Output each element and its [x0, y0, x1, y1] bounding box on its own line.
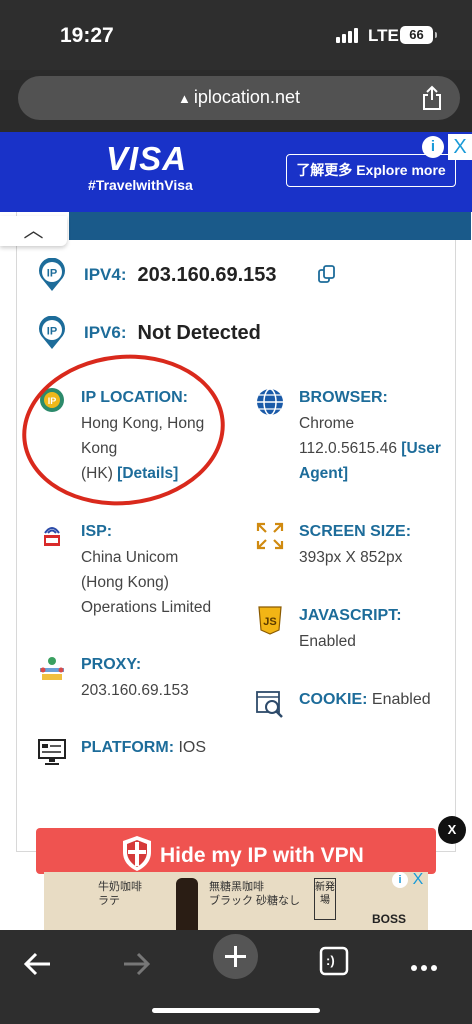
- ad-info-icon[interactable]: i: [422, 136, 444, 158]
- browser-item: BROWSER: Chrome 112.0.5615.46 [User Agen…: [257, 385, 459, 486]
- proxy-label: PROXY:: [81, 656, 142, 673]
- platform-item: PLATFORM: IOS: [38, 735, 281, 765]
- proxy-value: 203.160.69.153: [81, 682, 189, 699]
- ip-pin-icon: IP: [39, 258, 65, 291]
- ad-text-4: ブラック 砂糖なし: [209, 895, 301, 907]
- home-indicator: [152, 1008, 320, 1013]
- lock-icon: ▲: [178, 91, 191, 106]
- explore-more-button[interactable]: 了解更多 Explore more: [286, 154, 456, 187]
- isp-line1: China Unicom: [81, 549, 179, 566]
- plus-icon: [225, 946, 246, 967]
- isp-line3: Operations Limited: [81, 599, 212, 616]
- vpn-button-label: Hide my IP with VPN: [160, 844, 364, 867]
- visa-logo: VISA: [106, 140, 188, 177]
- card-header: [69, 212, 471, 240]
- ipv6-label: IPV6:: [84, 323, 127, 342]
- browser-name: Chrome: [299, 415, 355, 432]
- visa-tagline: #TravelwithVisa: [88, 177, 193, 193]
- monitor-icon: [38, 739, 66, 765]
- javascript-icon: JS: [258, 606, 282, 635]
- new-tab-button[interactable]: [213, 934, 258, 979]
- boss-logo: BOSS: [372, 912, 407, 926]
- status-bar: 19:27 LTE 66: [0, 0, 472, 70]
- user-agent-link-part1[interactable]: [User: [401, 440, 441, 457]
- screen-size-value: 393px X 852px: [299, 549, 403, 566]
- more-options-icon[interactable]: [402, 942, 446, 986]
- platform-value: IOS: [178, 739, 207, 756]
- chevron-up-icon: ︿: [23, 220, 44, 242]
- network-type: LTE: [368, 26, 399, 45]
- tabs-button[interactable]: :): [312, 938, 356, 982]
- page-content: ︿ IP IPV4: 203.160.69.153 IP IPV6: Not D…: [0, 212, 472, 932]
- collapse-button[interactable]: ︿: [0, 216, 67, 246]
- tabs-glyph: :): [326, 953, 335, 968]
- browser-version: 112.0.5615.46: [299, 440, 397, 457]
- back-arrow-icon[interactable]: [16, 942, 60, 986]
- ipv4-label: IPV4:: [84, 265, 127, 284]
- ip-pin-icon: IP: [39, 316, 65, 349]
- signal-icon: [336, 27, 358, 43]
- new-tag: 新発場: [314, 878, 336, 920]
- cookie-value: Enabled: [371, 691, 431, 708]
- proxy-item: PROXY: 203.160.69.153: [40, 652, 241, 703]
- isp-item: ISP: China Unicom (Hong Kong) Operations…: [44, 519, 241, 620]
- url-text: iplocation.net: [193, 87, 300, 107]
- forward-arrow-icon[interactable]: [114, 942, 158, 986]
- browser-toolbar: :): [0, 930, 472, 1024]
- ad-text-2: ラテ: [98, 895, 120, 907]
- isp-line2: (Hong Kong): [81, 574, 169, 591]
- svg-text:IP: IP: [47, 268, 57, 280]
- javascript-item: JS JAVASCRIPT: Enabled: [258, 603, 459, 654]
- svg-text:JS: JS: [263, 616, 276, 628]
- browser-label: BROWSER:: [299, 389, 388, 406]
- isp-label: ISP:: [81, 523, 113, 540]
- proxy-icon: [40, 657, 64, 680]
- platform-label: PLATFORM:: [81, 739, 175, 756]
- dismiss-button[interactable]: X: [438, 816, 466, 844]
- ipv4-row: IP IPV4: 203.160.69.153: [36, 258, 277, 292]
- bottle-image: [176, 878, 198, 934]
- cookie-search-icon: [256, 691, 283, 718]
- address-bar[interactable]: ▲ iplocation.net: [18, 76, 460, 120]
- status-time: 19:27: [60, 24, 114, 47]
- screen-size-label: SCREEN SIZE:: [299, 523, 412, 540]
- cookie-label: COOKIE:: [299, 691, 368, 708]
- globe-icon: [257, 388, 283, 416]
- visa-ad-banner[interactable]: VISA #TravelwithVisa 了解更多 Explore more i…: [0, 132, 472, 212]
- ipv4-value: 203.160.69.153: [137, 263, 277, 286]
- isp-icon: [44, 527, 60, 546]
- ad-close-icon[interactable]: X: [410, 872, 426, 888]
- javascript-value: Enabled: [299, 633, 356, 650]
- boss-coffee-ad[interactable]: 牛奶咖啡 ラテ 無糖黑咖啡 ブラック 砂糖なし 新発場 BOSS i X: [44, 872, 428, 934]
- hide-ip-vpn-button[interactable]: Hide my IP with VPN: [36, 828, 436, 874]
- ipv6-row: IP IPV6: Not Detected: [36, 316, 261, 350]
- svg-text:IP: IP: [47, 326, 57, 338]
- screen-size-item: SCREEN SIZE: 393px X 852px: [256, 519, 459, 570]
- javascript-label: JAVASCRIPT:: [299, 607, 402, 624]
- ad-info-icon[interactable]: i: [392, 872, 408, 888]
- ad-close-icon[interactable]: X: [448, 134, 472, 160]
- share-icon[interactable]: [420, 85, 444, 111]
- cookie-item: COOKIE: Enabled: [256, 687, 459, 718]
- copy-icon[interactable]: [318, 265, 336, 283]
- battery-icon: 66: [400, 26, 437, 44]
- expand-arrows-icon: [256, 522, 284, 550]
- user-agent-link-part2[interactable]: Agent]: [299, 465, 348, 482]
- shield-icon: [123, 836, 151, 871]
- ipv6-value: Not Detected: [137, 321, 261, 344]
